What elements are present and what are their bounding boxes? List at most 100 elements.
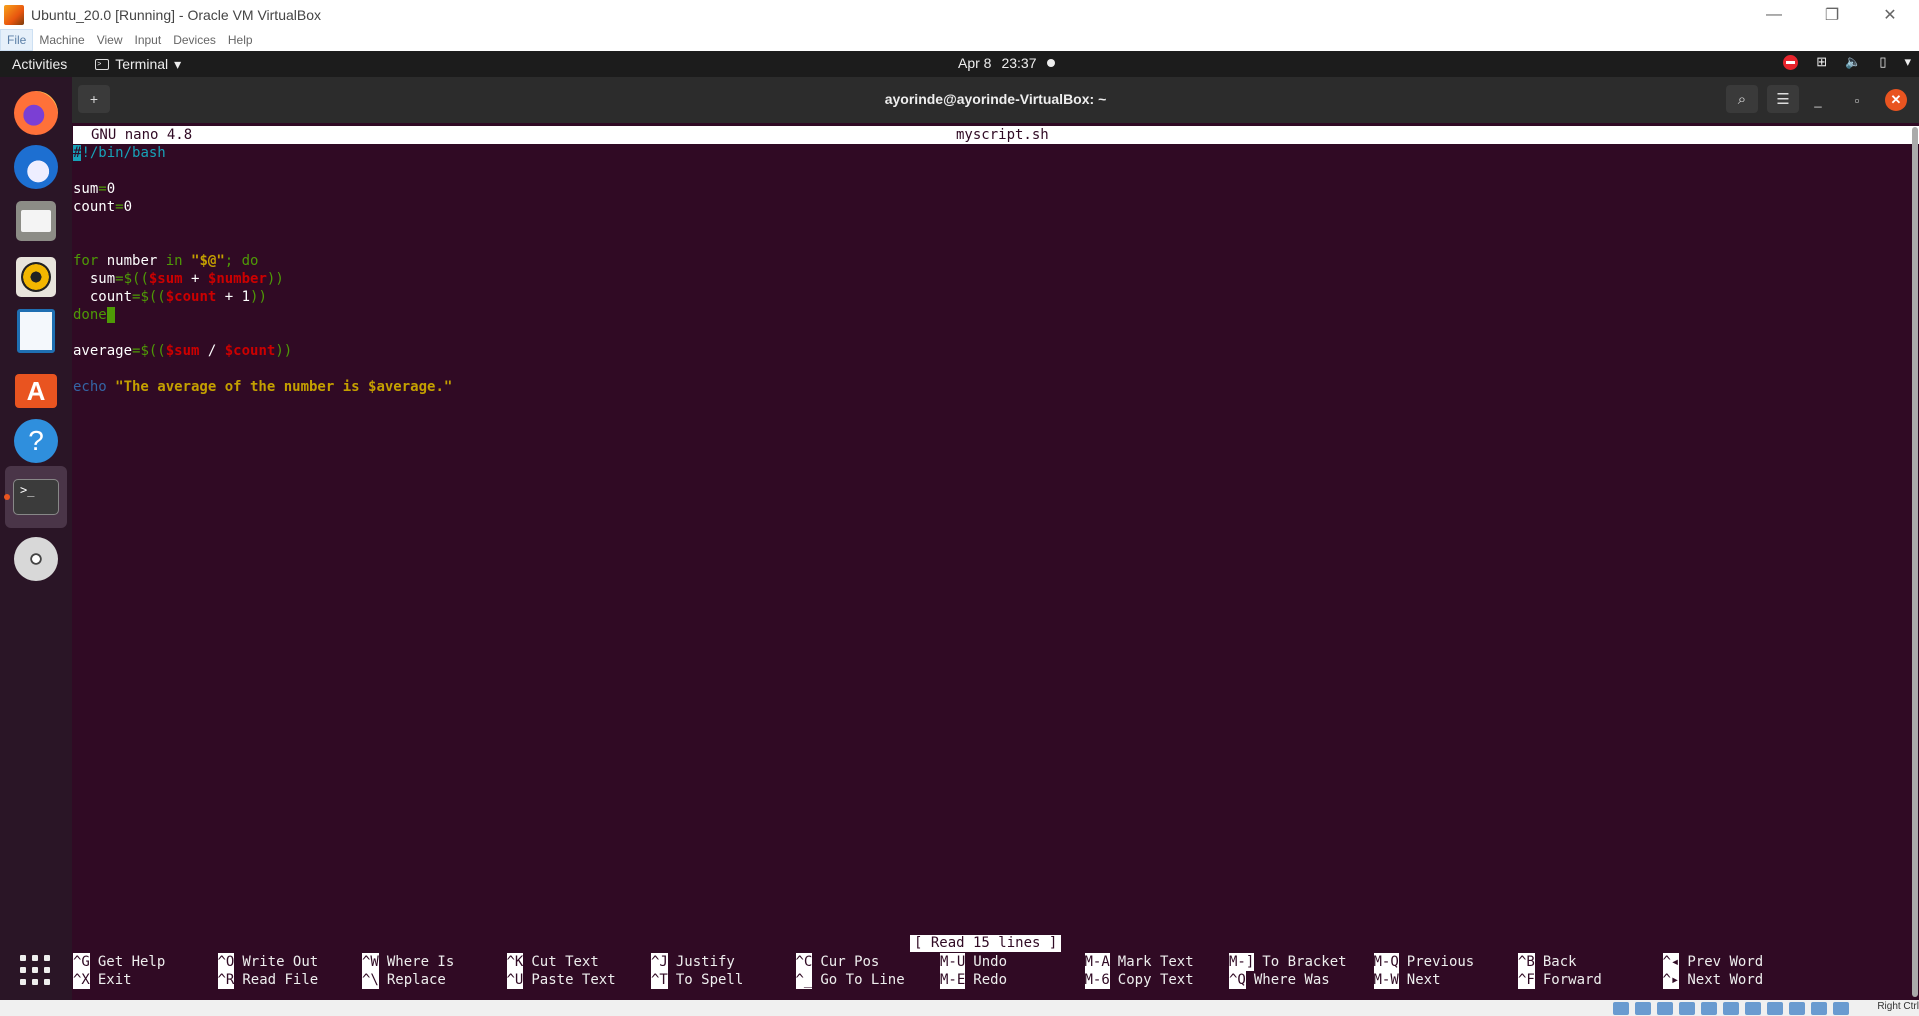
- nano-version: GNU nano 4.8: [91, 127, 193, 143]
- chevron-down-icon: ▾: [174, 55, 182, 72]
- shortcut-key: ^U: [506, 971, 524, 989]
- show-applications-button[interactable]: [20, 955, 52, 987]
- shortcut-key: ^◂: [1662, 953, 1680, 971]
- recording-icon[interactable]: [1767, 1002, 1783, 1015]
- host-minimize-button[interactable]: —: [1745, 0, 1803, 29]
- menu-machine[interactable]: Machine: [33, 30, 90, 50]
- firefox-icon: [14, 91, 58, 135]
- dock-item-rhythmbox[interactable]: [14, 255, 58, 299]
- terminal-maximize-button[interactable]: ▫: [1846, 89, 1868, 111]
- dock-item-help[interactable]: ?: [14, 419, 58, 463]
- mouse-integration-icon[interactable]: [1811, 1002, 1827, 1015]
- keyboard-icon[interactable]: [1833, 1002, 1849, 1015]
- battery-icon[interactable]: ▯: [1879, 54, 1886, 70]
- gnome-top-bar: Activities > Terminal ▾ Apr 8 23:37 ⊞ 🔈 …: [0, 51, 1919, 77]
- menu-devices[interactable]: Devices: [167, 30, 222, 50]
- notification-dot-icon: [1046, 59, 1055, 67]
- shortcut-item: M-Q Previous: [1373, 953, 1519, 971]
- shortcut-item: ^O Write Out: [217, 953, 363, 971]
- code-line: for number in "$@"; do: [73, 253, 259, 269]
- clock[interactable]: Apr 8 23:37: [958, 55, 1055, 71]
- shortcut-label: Read File: [242, 972, 319, 988]
- cpu-icon[interactable]: [1789, 1002, 1805, 1015]
- clock-time: 23:37: [1001, 55, 1037, 71]
- dock-item-terminal[interactable]: >_: [5, 466, 67, 528]
- shortcut-key: ^K: [506, 953, 524, 971]
- host-close-button[interactable]: ✕: [1861, 0, 1919, 29]
- terminal-icon: >: [95, 58, 110, 70]
- system-menu-arrow-icon[interactable]: ▾: [1904, 54, 1911, 70]
- host-restore-button[interactable]: ❐: [1803, 0, 1861, 29]
- shortcut-item: ^▸ Next Word: [1662, 971, 1808, 989]
- app-menu-label: Terminal: [115, 56, 169, 72]
- shortcut-label: Prev Word: [1687, 954, 1764, 970]
- virtualbox-logo-icon: [4, 4, 24, 25]
- shortcut-key: ^G: [73, 953, 90, 971]
- display-icon[interactable]: [1745, 1002, 1761, 1015]
- menu-input[interactable]: Input: [129, 30, 168, 50]
- shortcut-label: Back: [1542, 954, 1577, 970]
- shortcut-item: ^\ Replace: [362, 971, 507, 989]
- shortcut-key: M-]: [1229, 953, 1255, 971]
- shared-folders-icon[interactable]: [1723, 1002, 1739, 1015]
- shortcut-item: ^Q Where Was: [1229, 971, 1374, 989]
- shortcut-key: M-W: [1373, 971, 1399, 989]
- text-cursor: _: [106, 307, 116, 323]
- shortcut-key: ^Q: [1229, 971, 1246, 989]
- system-tray[interactable]: ⊞ 🔈 ▯ ▾: [1783, 54, 1911, 70]
- dock-item-writer[interactable]: [14, 309, 58, 353]
- hard-disk-icon[interactable]: [1613, 1002, 1629, 1015]
- shortcut-row-2: ^X Exit ^R Read File ^\ Replace ^U Paste Text ^T…: [73, 971, 1807, 989]
- shortcut-item: ^W Where Is: [362, 953, 507, 971]
- shortcut-key: ^O: [217, 953, 235, 971]
- terminal-title: ayorinde@ayorinde-VirtualBox: ~: [884, 91, 1107, 107]
- menu-help[interactable]: Help: [222, 30, 259, 50]
- do-not-disturb-icon[interactable]: [1783, 54, 1799, 70]
- menu-view[interactable]: View: [91, 30, 129, 50]
- dock-item-thunderbird[interactable]: [14, 145, 58, 189]
- shortcut-label: Next: [1406, 972, 1441, 988]
- dock-item-files[interactable]: [14, 199, 58, 243]
- shortcut-label: Justify: [675, 954, 735, 970]
- terminal-header-bar: + ayorinde@ayorinde-VirtualBox: ~ ⌕ ☰ _ …: [72, 77, 1919, 123]
- running-indicator: [4, 494, 10, 500]
- audio-icon[interactable]: [1657, 1002, 1673, 1015]
- shortcut-key: M-E: [940, 971, 966, 989]
- terminal-close-button[interactable]: ✕: [1885, 89, 1907, 111]
- menu-icon: ☰: [1776, 91, 1790, 108]
- shortcut-key: ^▸: [1662, 971, 1680, 989]
- activities-button[interactable]: Activities: [12, 56, 67, 72]
- code-line: done_: [73, 306, 452, 324]
- vbox-menubar: File Machine View Input Devices Help: [0, 29, 1919, 51]
- network-adapter-icon[interactable]: [1679, 1002, 1695, 1015]
- shortcut-label: Where Was: [1253, 972, 1330, 988]
- shortcut-key: ^R: [217, 971, 235, 989]
- window-title: Ubuntu_20.0 [Running] - Oracle VM Virtua…: [31, 6, 322, 23]
- shortcut-item: ^_ Go To Line: [795, 971, 941, 989]
- dock-item-software[interactable]: A: [14, 365, 58, 409]
- optical-drive-icon[interactable]: [1635, 1002, 1651, 1015]
- network-icon[interactable]: ⊞: [1816, 54, 1827, 70]
- usb-icon[interactable]: [1701, 1002, 1717, 1015]
- search-button[interactable]: ⌕: [1726, 85, 1758, 113]
- nano-shortcut-bar: ^G Get Help ^O Write Out ^W Where Is ^K Cut Tex…: [73, 953, 1807, 989]
- app-menu[interactable]: > Terminal ▾: [95, 56, 181, 73]
- shortcut-label: Replace: [386, 972, 446, 988]
- shortcut-label: To Bracket: [1262, 954, 1347, 970]
- dock-item-dvd[interactable]: [14, 537, 58, 581]
- volume-icon[interactable]: 🔈: [1845, 54, 1861, 70]
- menu-file[interactable]: File: [0, 29, 34, 51]
- dock-item-firefox[interactable]: [14, 91, 58, 135]
- terminal-scrollbar[interactable]: [1912, 127, 1918, 997]
- code-line: echo "The average of the number is $aver…: [73, 379, 453, 395]
- terminal-icon: >_: [13, 479, 59, 515]
- hamburger-menu-button[interactable]: ☰: [1767, 85, 1799, 113]
- terminal-minimize-button[interactable]: _: [1807, 89, 1829, 111]
- shortcut-key: ^\: [362, 971, 379, 989]
- shortcut-item: ^U Paste Text: [506, 971, 652, 989]
- shortcut-item: ^G Get Help: [73, 953, 218, 971]
- editor-text-area[interactable]: #!/bin/bash sum=0 count=0 for number in …: [73, 144, 452, 396]
- terminal-content[interactable]: GNU nano 4.8 myscript.sh #!/bin/bash sum…: [72, 123, 1919, 1000]
